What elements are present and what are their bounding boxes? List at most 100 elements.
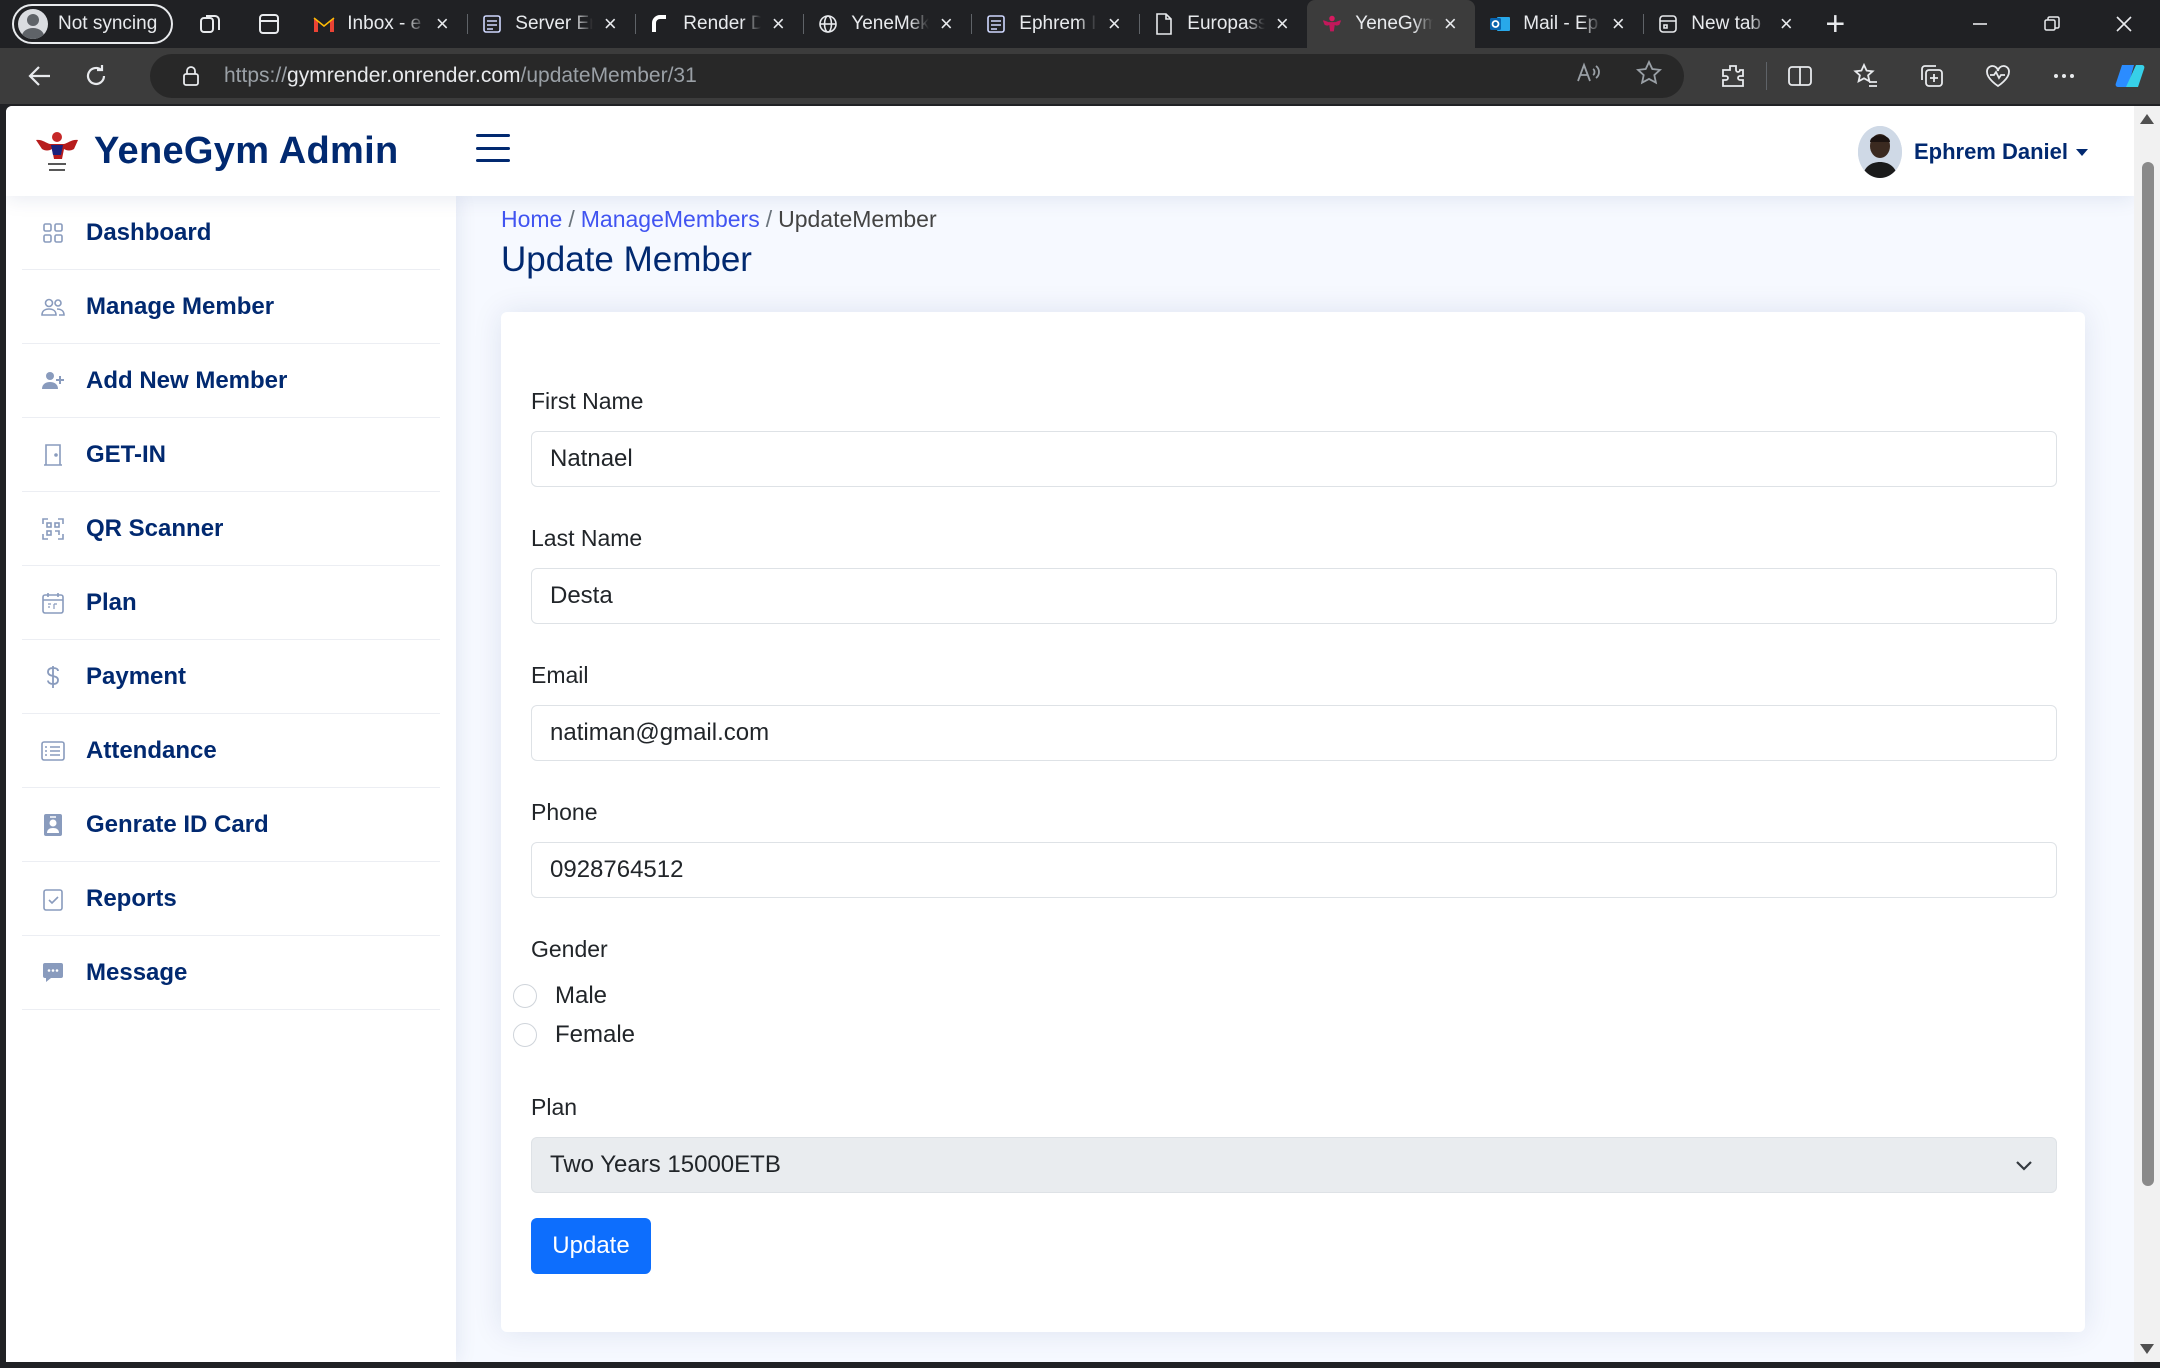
tab-title: Render D <box>683 13 762 34</box>
browser-tab[interactable]: New tab × <box>1643 0 1811 48</box>
outlook-icon <box>1489 13 1511 35</box>
collections-icon[interactable] <box>1899 48 1965 104</box>
clipboard-check-icon <box>40 886 66 912</box>
close-tab-icon[interactable]: × <box>1439 11 1461 37</box>
workspaces-icon[interactable] <box>191 4 231 44</box>
more-menu-icon[interactable] <box>2031 48 2097 104</box>
breadcrumb-home-link[interactable]: Home <box>501 206 562 232</box>
tab-list: Inbox - e × Server Er × Render D × YeneM… <box>299 0 1811 48</box>
chat-icon <box>40 960 66 986</box>
gender-male-label[interactable]: Male <box>555 982 607 1010</box>
sidebar-item-add-new-member[interactable]: Add New Member <box>22 344 440 418</box>
sidebar-item-label: Reports <box>86 884 177 912</box>
update-button[interactable]: Update <box>531 1218 651 1274</box>
plan-label: Plan <box>531 1094 578 1120</box>
minimize-icon[interactable] <box>1944 0 2016 48</box>
browser-essentials-icon[interactable] <box>1965 48 2031 104</box>
sidebar-item-dashboard[interactable]: Dashboard <box>22 196 440 270</box>
card-list-icon <box>40 738 66 764</box>
back-arrow-icon[interactable] <box>14 50 66 102</box>
sidebar-item-message[interactable]: Message <box>22 936 440 1010</box>
close-tab-icon[interactable]: × <box>767 11 789 37</box>
app-header: YeneGym Admin Ephrem Daniel <box>6 106 2134 196</box>
close-tab-icon[interactable]: × <box>431 11 453 37</box>
phone-input[interactable] <box>531 842 2057 898</box>
last-name-input[interactable] <box>531 568 2057 624</box>
browser-tab-active[interactable]: YeneGym × <box>1307 0 1476 48</box>
dropdown-caret-icon <box>2076 148 2088 156</box>
breadcrumb: Home / ManageMembers / UpdateMember <box>501 206 937 233</box>
read-aloud-icon[interactable] <box>1576 61 1602 91</box>
gym-logo-icon <box>34 128 80 174</box>
close-tab-icon[interactable]: × <box>1103 11 1125 37</box>
last-name-label: Last Name <box>531 525 643 551</box>
scroll-down-arrow-icon[interactable] <box>2140 1344 2154 1354</box>
close-tab-icon[interactable]: × <box>599 11 621 37</box>
plan-select[interactable]: Two Years 15000ETB <box>531 1137 2057 1193</box>
tab-actions-icon[interactable] <box>249 4 289 44</box>
copilot-icon[interactable] <box>2097 48 2160 104</box>
gender-female-label[interactable]: Female <box>555 1021 635 1049</box>
lock-icon[interactable] <box>180 65 202 87</box>
user-name: Ephrem Daniel <box>1913 139 2068 164</box>
sidebar-item-attendance[interactable]: Attendance <box>22 714 440 788</box>
qr-scan-icon <box>40 516 66 542</box>
address-bar[interactable]: https://gymrender.onrender.com/updateMem… <box>150 54 1684 98</box>
newtab-icon <box>1657 13 1679 35</box>
browser-tab[interactable]: Server Er × <box>467 0 635 48</box>
favorite-star-icon[interactable] <box>1635 59 1663 92</box>
refresh-icon[interactable] <box>70 50 122 102</box>
browser-tab[interactable]: Europass × <box>1139 0 1307 48</box>
gender-option-female[interactable]: Female <box>513 1018 635 1052</box>
sidebar-item-genrate-id-card[interactable]: Genrate ID Card <box>22 788 440 862</box>
gender-option-male[interactable]: Male <box>513 979 607 1013</box>
browser-tab[interactable]: Render D × <box>635 0 803 48</box>
email-input[interactable] <box>531 705 2057 761</box>
sidebar-toggle-icon[interactable] <box>476 134 510 162</box>
browser-tab[interactable]: Mail - Ep × <box>1475 0 1643 48</box>
browser-tab[interactable]: YeneMek × <box>803 0 971 48</box>
extensions-icon[interactable] <box>1700 48 1766 104</box>
scrollbar-thumb[interactable] <box>2142 162 2154 1186</box>
breadcrumb-manage-members-link[interactable]: ManageMembers <box>581 206 760 232</box>
sidebar-item-label: GET-IN <box>86 440 167 468</box>
id-badge-icon <box>40 812 66 838</box>
first-name-input[interactable] <box>531 431 2057 487</box>
email-label: Email <box>531 662 589 688</box>
profile-sync-label: Not syncing <box>58 13 158 34</box>
favorites-icon[interactable] <box>1833 48 1899 104</box>
sidebar-item-qr-scanner[interactable]: QR Scanner <box>22 492 440 566</box>
sidebar-item-label: Manage Member <box>86 292 275 320</box>
user-avatar <box>1857 126 1902 178</box>
close-window-icon[interactable] <box>2088 0 2160 48</box>
browser-tab[interactable]: Ephrem I × <box>971 0 1139 48</box>
page-icon <box>1153 13 1175 35</box>
close-tab-icon[interactable]: × <box>935 11 957 37</box>
sidebar-item-label: Message <box>86 958 188 986</box>
close-tab-icon[interactable]: × <box>1271 11 1293 37</box>
url-text[interactable]: https://gymrender.onrender.com/updateMem… <box>224 64 697 88</box>
new-tab-plus-icon[interactable]: + <box>1811 0 1859 48</box>
sidebar-item-payment[interactable]: Payment <box>22 640 440 714</box>
breadcrumb-current: UpdateMember <box>778 206 937 232</box>
sidebar-item-reports[interactable]: Reports <box>22 862 440 936</box>
restore-icon[interactable] <box>2016 0 2088 48</box>
sidebar-item-manage-member[interactable]: Manage Member <box>22 270 440 344</box>
browser-tab[interactable]: Inbox - e × <box>299 0 467 48</box>
sidebar-item-plan[interactable]: Plan <box>22 566 440 640</box>
window-controls <box>1944 0 2160 48</box>
brand-logo[interactable]: YeneGym Admin <box>34 128 398 174</box>
close-tab-icon[interactable]: × <box>1775 11 1797 37</box>
gender-female-radio[interactable] <box>513 1023 537 1047</box>
close-tab-icon[interactable]: × <box>1607 11 1629 37</box>
user-profile-dropdown[interactable]: Ephrem Daniel <box>1857 126 2088 178</box>
sidebar-item-get-in[interactable]: GET-IN <box>22 418 440 492</box>
grid-icon <box>40 220 66 246</box>
tab-title: New tab <box>1691 13 1761 34</box>
gender-male-radio[interactable] <box>513 984 537 1008</box>
person-add-icon <box>40 368 66 394</box>
profile-button[interactable]: Not syncing <box>12 4 174 44</box>
split-screen-icon[interactable] <box>1767 48 1833 104</box>
page-scrollbar[interactable] <box>2134 106 2160 1362</box>
scroll-up-arrow-icon[interactable] <box>2140 114 2154 124</box>
